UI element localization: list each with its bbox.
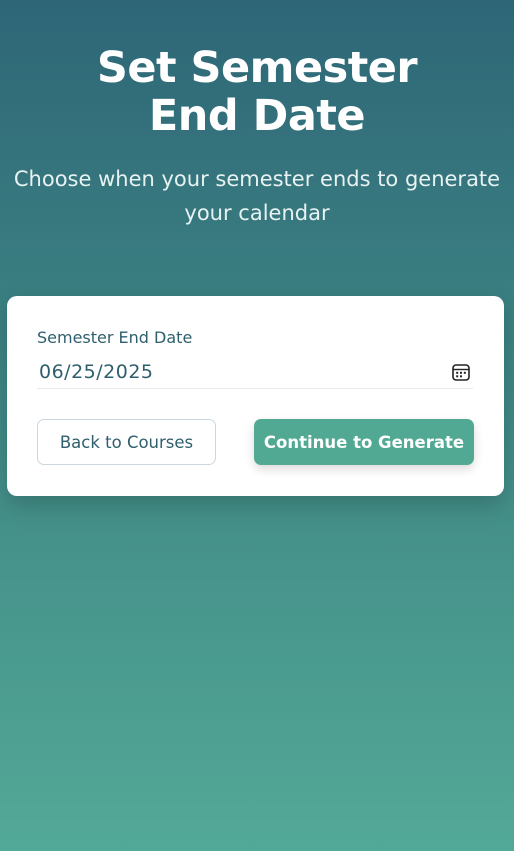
page-title: Set Semester End Date <box>96 43 418 141</box>
continue-to-generate-button[interactable]: Continue to Generate <box>254 419 474 465</box>
semester-end-date-label: Semester End Date <box>37 328 193 347</box>
semester-end-date-input[interactable]: 06/25/2025 <box>37 358 473 389</box>
page-subtitle: Choose when your semester ends to genera… <box>13 167 501 225</box>
calendar-icon[interactable] <box>451 362 471 382</box>
back-to-courses-button[interactable]: Back to Courses <box>37 419 216 465</box>
date-value[interactable]: 06/25/2025 <box>39 361 154 383</box>
date-card: Semester End Date 06/25/2025 Back to Cou… <box>7 296 504 496</box>
page-header: Set Semester End Date Choose when your s… <box>0 44 514 230</box>
